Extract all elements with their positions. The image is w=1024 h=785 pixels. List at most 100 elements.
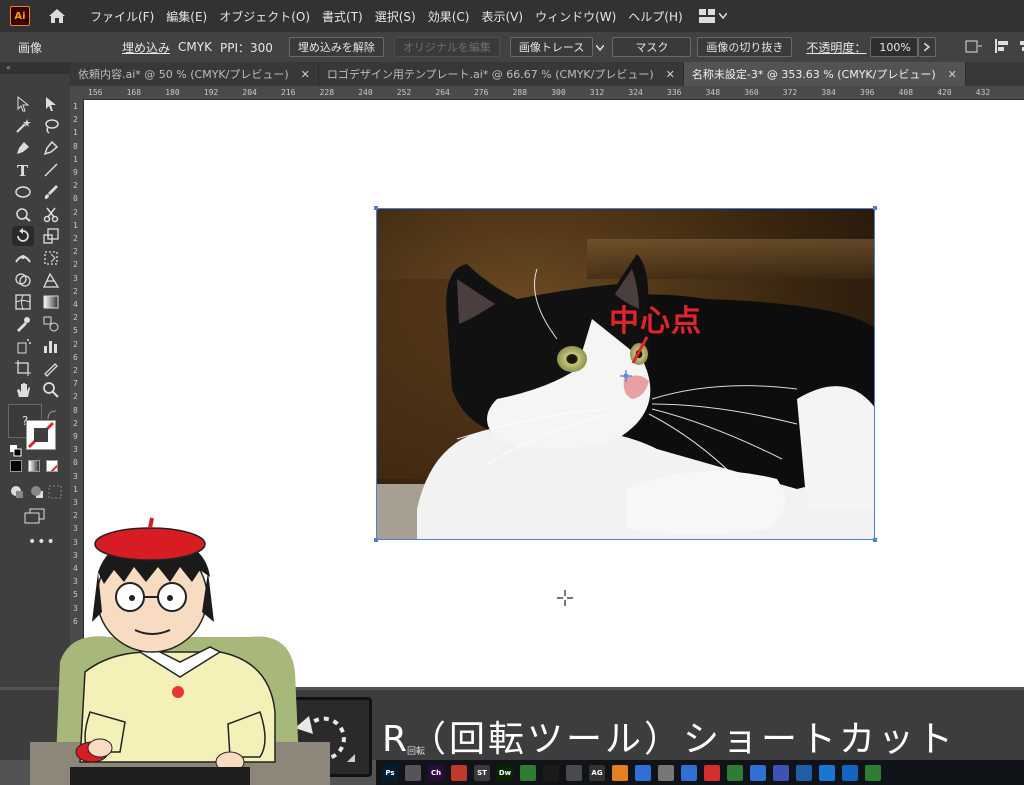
zoom-tool-icon[interactable]: [40, 380, 62, 400]
taskbar-app-icon[interactable]: [819, 764, 835, 781]
free-transform-tool-icon[interactable]: [40, 248, 62, 268]
width-tool-icon[interactable]: [12, 248, 34, 268]
ruler-tick-label: 7: [73, 379, 78, 389]
none-mode-button[interactable]: [46, 460, 58, 472]
color-mode-button[interactable]: [10, 460, 22, 472]
slice-tool-icon[interactable]: [40, 358, 62, 378]
menu-view[interactable]: 表示(V): [481, 8, 523, 25]
blend-tool-icon[interactable]: [40, 314, 62, 334]
svg-text:T: T: [17, 162, 29, 179]
direct-selection-tool-icon[interactable]: [40, 94, 62, 114]
stroke-color-swatch[interactable]: [26, 420, 56, 450]
magic-wand-tool-icon[interactable]: [12, 116, 34, 136]
menu-window[interactable]: ウィンドウ(W): [535, 8, 616, 25]
column-graph-tool-icon[interactable]: [40, 336, 62, 356]
selection-tool-icon[interactable]: [12, 94, 34, 114]
mask-button[interactable]: マスク: [612, 37, 692, 57]
collapse-panel-icon[interactable]: «: [0, 62, 70, 74]
horizontal-ruler[interactable]: 156 168 180 192 204 216 228 240 252 264 276 288 300 3…: [84, 86, 1024, 100]
default-colors-icon[interactable]: [10, 442, 22, 461]
artboard-tool-icon[interactable]: [12, 358, 34, 378]
opacity-input[interactable]: 100%: [870, 37, 919, 57]
taskbar-app-icon[interactable]: [842, 764, 858, 781]
line-segment-tool-icon[interactable]: [40, 160, 62, 180]
menu-type[interactable]: 書式(T): [322, 8, 363, 25]
taskbar-app-icon[interactable]: [727, 764, 743, 781]
ruler-tick-label: 8: [73, 141, 78, 151]
close-icon[interactable]: ✕: [666, 68, 675, 81]
taskbar-app-icon[interactable]: [796, 764, 812, 781]
paintbrush-tool-icon[interactable]: [40, 182, 62, 202]
taskbar-app-icon[interactable]: [750, 764, 766, 781]
workspace-switcher[interactable]: [698, 9, 727, 23]
transform-icon[interactable]: [964, 38, 984, 57]
home-icon[interactable]: [46, 5, 68, 27]
tab-document-1[interactable]: 依頼内容.ai* @ 50 % (CMYK/プレビュー) ✕: [70, 62, 319, 86]
opacity-expand-button[interactable]: [918, 37, 937, 57]
crop-image-button[interactable]: 画像の切り抜き: [697, 37, 793, 57]
selection-handle[interactable]: [873, 206, 877, 210]
pen-tool-icon[interactable]: [12, 138, 34, 158]
rotate-tool-icon[interactable]: [12, 226, 34, 246]
tab-document-3[interactable]: 名称未設定-3* @ 353.63 % (CMYK/プレビュー) ✕: [683, 62, 966, 86]
taskbar-app-icon[interactable]: Ps: [382, 764, 398, 781]
close-icon[interactable]: ✕: [301, 68, 310, 81]
type-tool-icon[interactable]: T: [12, 160, 34, 180]
taskbar-app-icon[interactable]: [865, 764, 881, 781]
curvature-tool-icon[interactable]: [40, 138, 62, 158]
ruler-tick-label: 396: [860, 88, 875, 97]
taskbar-app-icon[interactable]: [635, 764, 651, 781]
lasso-tool-icon[interactable]: [40, 116, 62, 136]
taskbar-app-icon[interactable]: [658, 764, 674, 781]
menu-help[interactable]: ヘルプ(H): [628, 8, 682, 25]
selection-handle[interactable]: [374, 206, 378, 210]
close-icon[interactable]: ✕: [948, 68, 957, 81]
symbol-sprayer-tool-icon[interactable]: [12, 336, 34, 356]
taskbar-app-icon[interactable]: [612, 764, 628, 781]
draw-normal-icon[interactable]: [10, 484, 24, 503]
menu-edit[interactable]: 編集(E): [166, 8, 207, 25]
taskbar-app-icon[interactable]: [566, 764, 582, 781]
menu-effect[interactable]: 効果(C): [428, 8, 470, 25]
taskbar-app-icon[interactable]: Ch: [428, 764, 444, 781]
selection-handle[interactable]: [873, 538, 877, 542]
menu-object[interactable]: オブジェクト(O): [219, 8, 310, 25]
selection-handle[interactable]: [374, 538, 378, 542]
taskbar-app-icon[interactable]: [543, 764, 559, 781]
draw-behind-icon[interactable]: [30, 484, 44, 503]
gradient-tool-icon[interactable]: [40, 292, 62, 312]
ruler-tick-label: 2: [73, 247, 78, 257]
unembed-button[interactable]: 埋め込みを解除: [288, 37, 384, 57]
align-center-icon[interactable]: [1018, 38, 1024, 57]
tab-document-2[interactable]: ロゴデザイン用テンプレート.ai* @ 66.67 % (CMYK/プレビュー)…: [319, 62, 684, 86]
image-trace-dropdown-icon[interactable]: [595, 40, 605, 54]
scale-tool-icon[interactable]: [40, 226, 62, 246]
rotation-center-icon[interactable]: [620, 367, 632, 382]
ellipse-tool-icon[interactable]: [12, 182, 34, 202]
menu-file[interactable]: ファイル(F): [90, 8, 154, 25]
image-trace-button[interactable]: 画像トレース: [509, 37, 594, 57]
scissors-tool-icon[interactable]: [40, 204, 62, 224]
align-left-icon[interactable]: [994, 38, 1010, 57]
ruler-origin[interactable]: [70, 86, 84, 100]
taskbar-app-icon[interactable]: Dw: [497, 764, 513, 781]
taskbar-app-icon[interactable]: [681, 764, 697, 781]
shape-builder-tool-icon[interactable]: [12, 270, 34, 290]
taskbar-app-icon[interactable]: [451, 764, 467, 781]
taskbar-app-icon[interactable]: [704, 764, 720, 781]
opacity-label[interactable]: 不透明度：: [806, 39, 866, 56]
taskbar-app-icon[interactable]: [405, 764, 421, 781]
hand-tool-icon[interactable]: [12, 380, 34, 400]
shaper-tool-icon[interactable]: [12, 204, 34, 224]
taskbar-app-icon[interactable]: ST: [474, 764, 490, 781]
menu-select[interactable]: 選択(S): [375, 8, 416, 25]
taskbar-app-icon[interactable]: [520, 764, 536, 781]
taskbar-app-icon[interactable]: AG: [589, 764, 605, 781]
embedded-link[interactable]: 埋め込み: [122, 39, 170, 56]
taskbar-app-icon[interactable]: [773, 764, 789, 781]
perspective-grid-tool-icon[interactable]: [40, 270, 62, 290]
eyedropper-tool-icon[interactable]: [12, 314, 34, 334]
gradient-mode-button[interactable]: [28, 460, 40, 472]
draw-inside-icon[interactable]: [48, 484, 62, 503]
mesh-tool-icon[interactable]: [12, 292, 34, 312]
